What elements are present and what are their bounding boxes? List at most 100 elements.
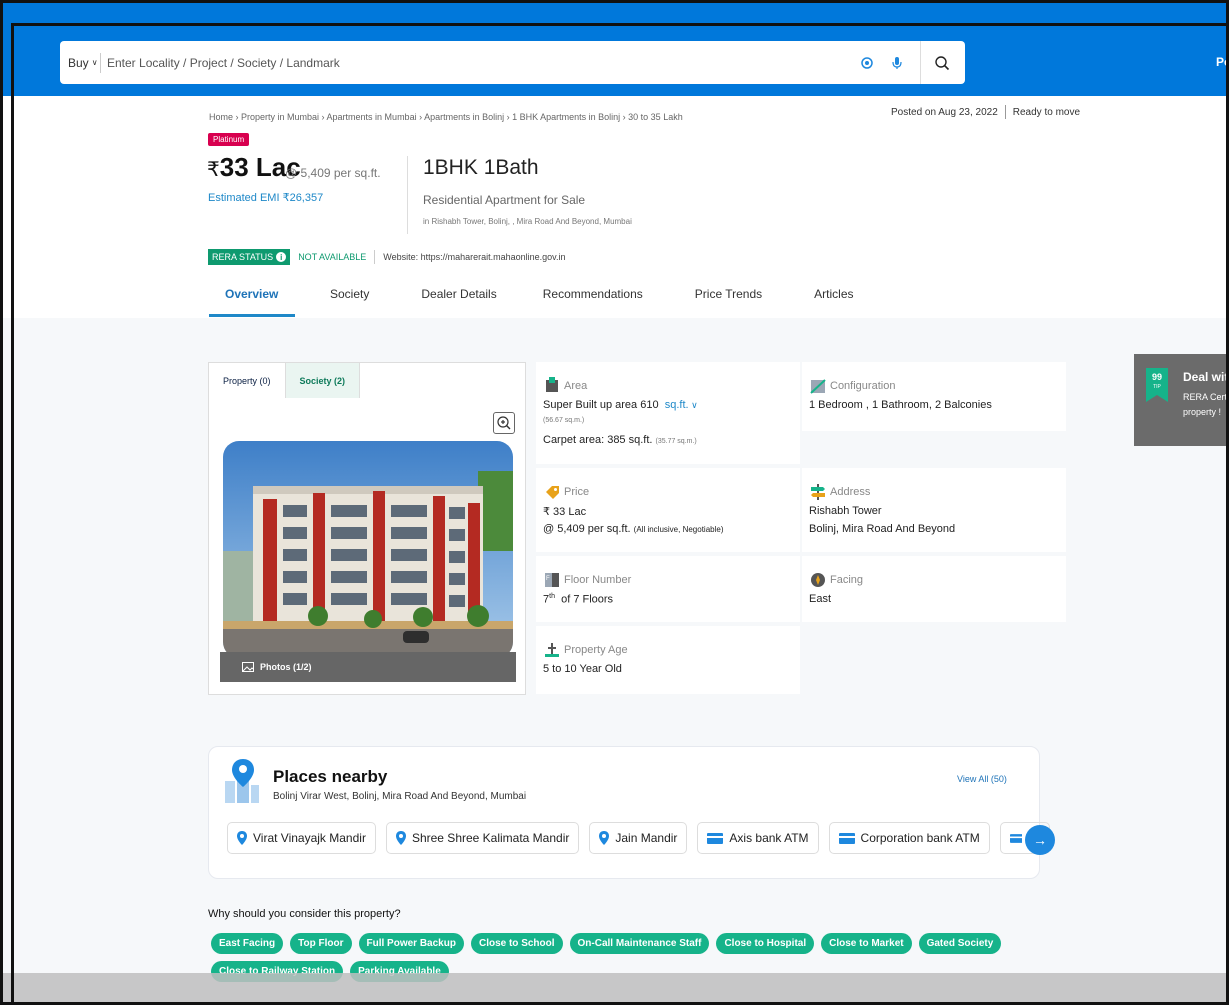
price-value: ₹ 33 Lac bbox=[543, 506, 587, 518]
buy-dropdown[interactable]: Buy ∨ bbox=[60, 56, 100, 70]
next-arrow-button[interactable]: → bbox=[1025, 825, 1055, 855]
svg-text:F: F bbox=[546, 576, 550, 582]
search-input[interactable] bbox=[107, 47, 852, 78]
place-name: Shree Shree Kalimata Mandir bbox=[411, 831, 570, 845]
photos-count: Photos (1/2) bbox=[260, 662, 312, 672]
rera-website[interactable]: Website: https://maharerait.mahaonline.g… bbox=[383, 252, 565, 262]
divider bbox=[100, 52, 101, 73]
feature-tag: Close to Market bbox=[821, 933, 912, 954]
top-search-bar: Buy ∨ Po bbox=[3, 3, 1226, 96]
property-type: Residential Apartment for Sale bbox=[423, 193, 586, 207]
places-nearby-card: Places nearby Bolinj Virar West, Bolinj,… bbox=[208, 746, 1055, 879]
rera-label: RERA STATUS bbox=[212, 252, 274, 262]
location-target-button[interactable] bbox=[852, 48, 882, 78]
floor-label: Floor Number bbox=[564, 574, 632, 586]
rera-status: NOT AVAILABLE bbox=[298, 252, 367, 262]
deal-tip-panel[interactable]: 99 TIP Deal wit RERA Cert property ! bbox=[1134, 354, 1229, 446]
feature-tag: Full Power Backup bbox=[358, 933, 464, 954]
map-pin-city-icon bbox=[225, 759, 259, 803]
rera-row: RERA STATUS i NOT AVAILABLE Website: http… bbox=[208, 249, 566, 265]
posted-info: Posted on Aug 23, 2022 Ready to move bbox=[891, 105, 1080, 119]
floor-suffix: th bbox=[549, 593, 555, 600]
places-nearby-title: Places nearby bbox=[273, 767, 388, 786]
floor-total: of 7 Floors bbox=[561, 593, 614, 606]
place-chip[interactable]: Shree Shree Kalimata Mandir bbox=[385, 822, 580, 854]
compass-icon bbox=[811, 573, 825, 587]
why-consider-title: Why should you consider this property? bbox=[208, 908, 401, 920]
tip-badge-number: 99 bbox=[1152, 372, 1162, 382]
feature-tag: Gated Society bbox=[918, 933, 1002, 954]
place-chip[interactable]: Virat Vinayajk Mandir bbox=[227, 822, 376, 854]
place-chip[interactable]: Corporation bank ATM bbox=[828, 822, 990, 854]
price-note: (All inclusive, Negotiable) bbox=[633, 525, 724, 534]
chevron-down-icon: ∨ bbox=[688, 400, 698, 410]
configuration-label: Configuration bbox=[830, 380, 896, 392]
facing-label: Facing bbox=[830, 574, 864, 586]
tab-property-photos[interactable]: Property (0) bbox=[209, 363, 285, 398]
chevron-down-icon: ∨ bbox=[91, 58, 98, 67]
breadcrumb[interactable]: Home › Property in Mumbai › Apartments i… bbox=[209, 112, 683, 122]
feature-tag: Close to School bbox=[470, 933, 563, 954]
user-menu[interactable]: Po bbox=[1216, 55, 1226, 69]
floor-value: 7th of 7 Floors bbox=[543, 593, 613, 606]
unit-dropdown[interactable]: sq.ft. bbox=[665, 399, 689, 411]
place-name: Virat Vinayajk Mandir bbox=[253, 831, 366, 845]
address-cell: Address Rishabh Tower Bolinj, Mira Road … bbox=[802, 468, 1066, 552]
property-location[interactable]: in Rishabh Tower, Bolinj, , Mira Road An… bbox=[423, 217, 632, 226]
divider bbox=[1004, 105, 1006, 119]
emi-link[interactable]: Estimated EMI ₹26,357 bbox=[208, 191, 323, 204]
tab-dealer-details[interactable]: Dealer Details bbox=[421, 285, 496, 317]
property-photo[interactable] bbox=[223, 441, 513, 658]
configuration-value: 1 Bedroom , 1 Bathroom, 2 Balconies bbox=[809, 399, 992, 411]
target-icon bbox=[861, 56, 873, 69]
price-per-sqft: @ 5,409 per sq.ft. bbox=[285, 166, 381, 180]
info-icon[interactable]: i bbox=[276, 252, 287, 262]
zoom-in-icon bbox=[497, 416, 511, 430]
atm-card-icon bbox=[1009, 833, 1023, 843]
price-tag-icon bbox=[546, 486, 559, 499]
tab-price-trends[interactable]: Price Trends bbox=[695, 285, 762, 317]
age-icon bbox=[545, 643, 559, 657]
place-name: Corporation bank ATM bbox=[860, 831, 980, 845]
voice-search-button[interactable] bbox=[882, 48, 912, 78]
nearby-places-list: Virat Vinayajk Mandir Shree Shree Kalima… bbox=[227, 822, 1050, 854]
address-line1: Rishabh Tower bbox=[809, 505, 882, 517]
tip-badge-label: TIP bbox=[1153, 384, 1161, 390]
search-box: Buy ∨ bbox=[60, 41, 965, 84]
platinum-badge: Platinum bbox=[208, 133, 250, 146]
area-label: Area bbox=[564, 380, 588, 392]
price-label: Price bbox=[564, 486, 590, 498]
section-tabs: Overview Society Dealer Details Recommen… bbox=[209, 285, 854, 317]
tab-articles[interactable]: Articles bbox=[814, 285, 853, 317]
area-value: Super Built up area 610 sq.ft. ∨ bbox=[543, 399, 698, 411]
floor-cell: F Floor Number 7th of 7 Floors bbox=[536, 556, 800, 622]
atm-card-icon bbox=[838, 832, 855, 844]
photos-count-bar[interactable]: Photos (1/2) bbox=[220, 652, 516, 682]
view-all-link[interactable]: View All (50) bbox=[957, 774, 1007, 784]
location-pin-icon bbox=[599, 831, 610, 845]
zoom-button[interactable] bbox=[493, 412, 515, 434]
tab-society[interactable]: Society bbox=[330, 285, 369, 317]
tab-society-photos[interactable]: Society (2) bbox=[284, 363, 361, 398]
search-icon bbox=[935, 55, 950, 70]
signpost-icon bbox=[811, 484, 825, 500]
deal-title: Deal wit bbox=[1183, 370, 1229, 384]
area-sqm: (56.67 sq.m.) bbox=[543, 417, 585, 424]
deal-line2: property ! bbox=[1183, 407, 1222, 417]
place-chip[interactable]: Axis bank ATM bbox=[697, 822, 819, 854]
price-cell: Price ₹ 33 Lac @ 5,409 per sq.ft. (All i… bbox=[536, 468, 800, 552]
place-chip[interactable]: Jain Mandir bbox=[589, 822, 688, 854]
carpet-value: Carpet area: 385 sq.ft. bbox=[543, 434, 653, 446]
carpet-area: Carpet area: 385 sq.ft. (35.77 sq.m.) bbox=[543, 434, 697, 446]
tab-overview[interactable]: Overview bbox=[209, 285, 295, 317]
address-line2: Bolinj, Mira Road And Beyond bbox=[809, 523, 956, 535]
tab-recommendations[interactable]: Recommendations bbox=[543, 285, 643, 317]
area-icon bbox=[546, 377, 558, 392]
feature-tag: Close to Hospital bbox=[716, 933, 815, 954]
listing-title: 1BHK 1Bath bbox=[423, 156, 539, 179]
search-button[interactable] bbox=[927, 48, 957, 78]
feature-tag: Top Floor bbox=[290, 933, 352, 954]
facing-cell: Facing East bbox=[802, 556, 1066, 622]
location-pin-icon bbox=[395, 831, 406, 845]
price-rate: @ 5,409 per sq.ft. (All inclusive, Negot… bbox=[543, 523, 724, 535]
